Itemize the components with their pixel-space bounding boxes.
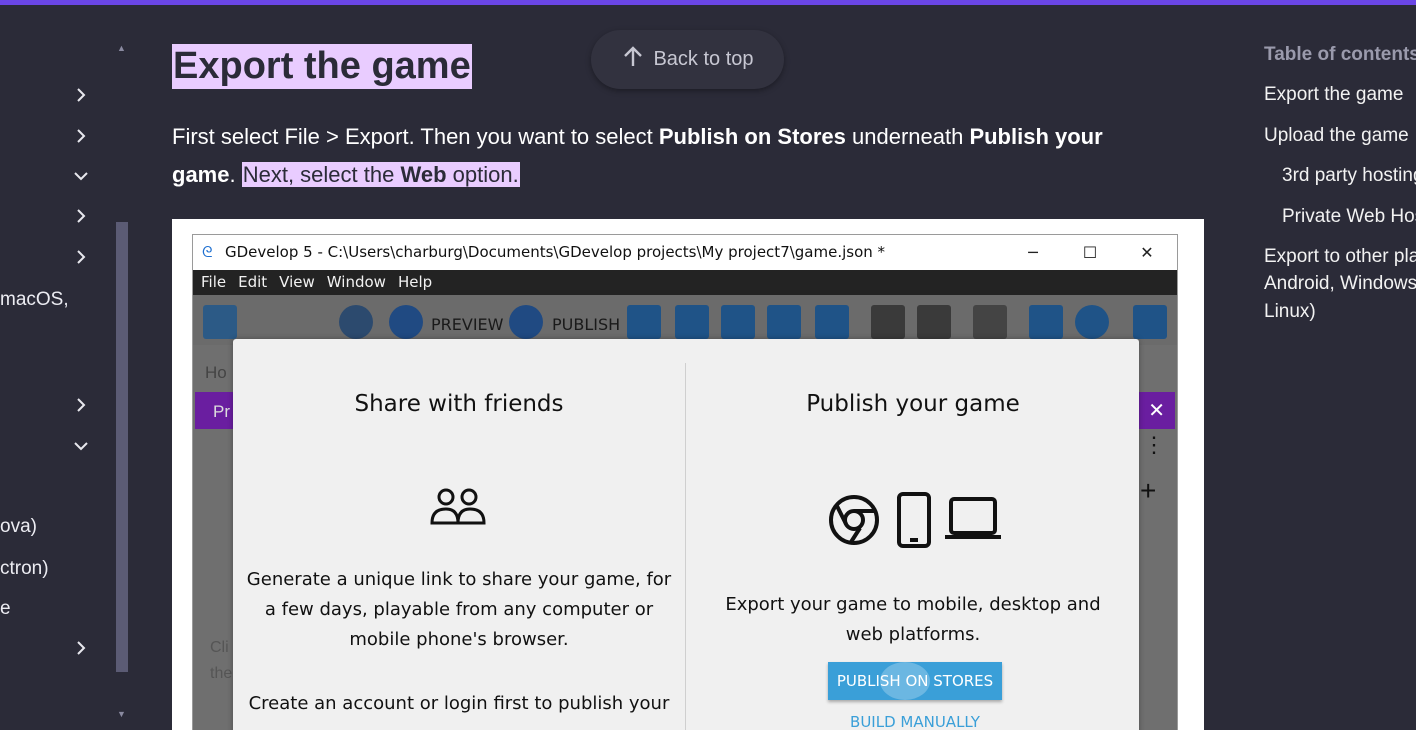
publish-label: PUBLISH (552, 315, 621, 334)
bold-text: Web (400, 162, 447, 187)
chevron-down-icon[interactable] (72, 168, 90, 186)
menu-edit: Edit (238, 273, 268, 291)
object-icon (627, 305, 661, 339)
chevron-right-icon[interactable] (72, 208, 90, 226)
toc-item-private-web-host[interactable]: Private Web Host (1282, 203, 1416, 231)
project-tab-fragment: Pr (213, 402, 230, 421)
text: option. (446, 162, 519, 187)
window-titlebar: ᘓ GDevelop 5 - C:\Users\charburg\Documen… (193, 235, 1177, 270)
delete-icon (973, 305, 1007, 339)
scroll-down-arrow[interactable]: ▼ (117, 709, 126, 719)
arrow-up-icon (621, 45, 645, 75)
zoom-icon (1075, 305, 1109, 339)
left-sidebar-nav: ▲ macOS, ova) ctron) e ▼ (0, 5, 130, 730)
nav-item-fragment[interactable]: macOS, (0, 289, 69, 311)
text: the (210, 665, 233, 682)
share-description: Generate a unique link to share your gam… (246, 569, 672, 650)
project-manager-icon (203, 305, 237, 339)
publish-on-stores-button: PUBLISH ON STORES (828, 662, 1002, 700)
menu-view: View (279, 273, 315, 291)
maximize-icon: ☐ (1082, 243, 1098, 262)
chevron-down-icon[interactable] (72, 438, 90, 456)
gdevelop-screenshot: ᘓ GDevelop 5 - C:\Users\charburg\Documen… (172, 219, 1204, 730)
menu-file: File (201, 273, 227, 291)
text: Next, select the (242, 162, 401, 187)
menu-bar: File Edit View Window Help (193, 270, 1177, 295)
publish-title: Publish your game (806, 391, 1020, 417)
more-vert-icon: ⋮ (1143, 432, 1165, 457)
home-tab-fragment: Ho (205, 363, 227, 382)
back-to-top-label: Back to top (653, 48, 754, 70)
build-manually-button: BUILD MANUALLY (850, 713, 980, 730)
publish-description: Export your game to mobile, desktop and … (725, 594, 1101, 645)
preview-label: PREVIEW (431, 315, 504, 334)
menu-help: Help (397, 273, 433, 291)
chevron-right-icon[interactable] (72, 128, 90, 146)
column-divider (685, 363, 686, 730)
chevron-right-icon[interactable] (72, 87, 90, 105)
chevron-right-icon[interactable] (72, 640, 90, 658)
text: underneath (845, 124, 970, 149)
platforms-icon (829, 491, 1005, 553)
play-icon (389, 305, 423, 339)
globe-icon (509, 305, 543, 339)
back-to-top-button[interactable]: Back to top (591, 30, 784, 89)
chevron-right-icon[interactable] (72, 249, 90, 267)
page-title: Export the game (172, 44, 472, 89)
toolbar: PREVIEW PUBLISH (193, 295, 1177, 345)
redo-icon (917, 305, 951, 339)
top-accent-bar (0, 0, 1416, 5)
tools-icon (1133, 305, 1167, 339)
groups-icon (675, 305, 709, 339)
table-of-contents: Table of contents Export the game Upload… (1264, 0, 1416, 730)
add-icon: + (1140, 475, 1157, 506)
share-title: Share with friends (354, 391, 564, 417)
toc-item-export-other-platforms-line2[interactable]: Android, Windows (1264, 270, 1416, 298)
text: . (229, 162, 242, 187)
text: First select File > Export. Then you wan… (172, 124, 659, 149)
toc-heading: Table of contents (1264, 44, 1416, 65)
highlighted-text: Next, select the Web option. (241, 162, 520, 187)
properties-icon (767, 305, 801, 339)
minimize-icon: ─ (1028, 243, 1038, 262)
toc-item-upload-game[interactable]: Upload the game (1264, 122, 1409, 150)
export-dialog: Share with friends Generate a unique lin… (233, 339, 1139, 730)
click-ripple (880, 662, 930, 700)
share-login-note: Create an account or login first to publ… (248, 693, 670, 714)
chevron-right-icon[interactable] (72, 397, 90, 415)
scroll-up-arrow[interactable]: ▲ (117, 43, 126, 53)
undo-icon (871, 305, 905, 339)
hint-text-fragment: Cli the (210, 635, 232, 687)
window-title: GDevelop 5 - C:\Users\charburg\Documents… (225, 243, 886, 261)
nav-item-fragment[interactable]: ova) (0, 516, 37, 538)
close-icon: ✕ (1140, 243, 1154, 262)
toc-item-third-party-hosting[interactable]: 3rd party hosting (1282, 162, 1416, 190)
menu-window: Window (326, 273, 386, 291)
instruction-paragraph: First select File > Export. Then you wan… (172, 118, 1172, 194)
nav-item-fragment[interactable]: e (0, 598, 11, 620)
grid-icon (1029, 305, 1063, 339)
layers-icon (815, 305, 849, 339)
toc-item-export-other-platforms-line3[interactable]: Linux) (1264, 298, 1316, 326)
close-icon: ✕ (1148, 400, 1165, 422)
bold-text: Publish on Stores (658, 124, 846, 149)
nav-item-fragment[interactable]: ctron) (0, 558, 49, 580)
gdevelop-logo-icon: ᘓ (202, 243, 213, 261)
sidebar-scrollbar-thumb[interactable] (116, 222, 128, 672)
toc-item-export-game[interactable]: Export the game (1264, 81, 1403, 109)
text: Cli (210, 639, 229, 656)
debug-icon (339, 305, 373, 339)
people-icon (429, 487, 487, 531)
edit-icon (721, 305, 755, 339)
gdevelop-window: ᘓ GDevelop 5 - C:\Users\charburg\Documen… (192, 234, 1178, 730)
toc-item-export-other-platforms[interactable]: Export to other platforms (1264, 243, 1416, 271)
